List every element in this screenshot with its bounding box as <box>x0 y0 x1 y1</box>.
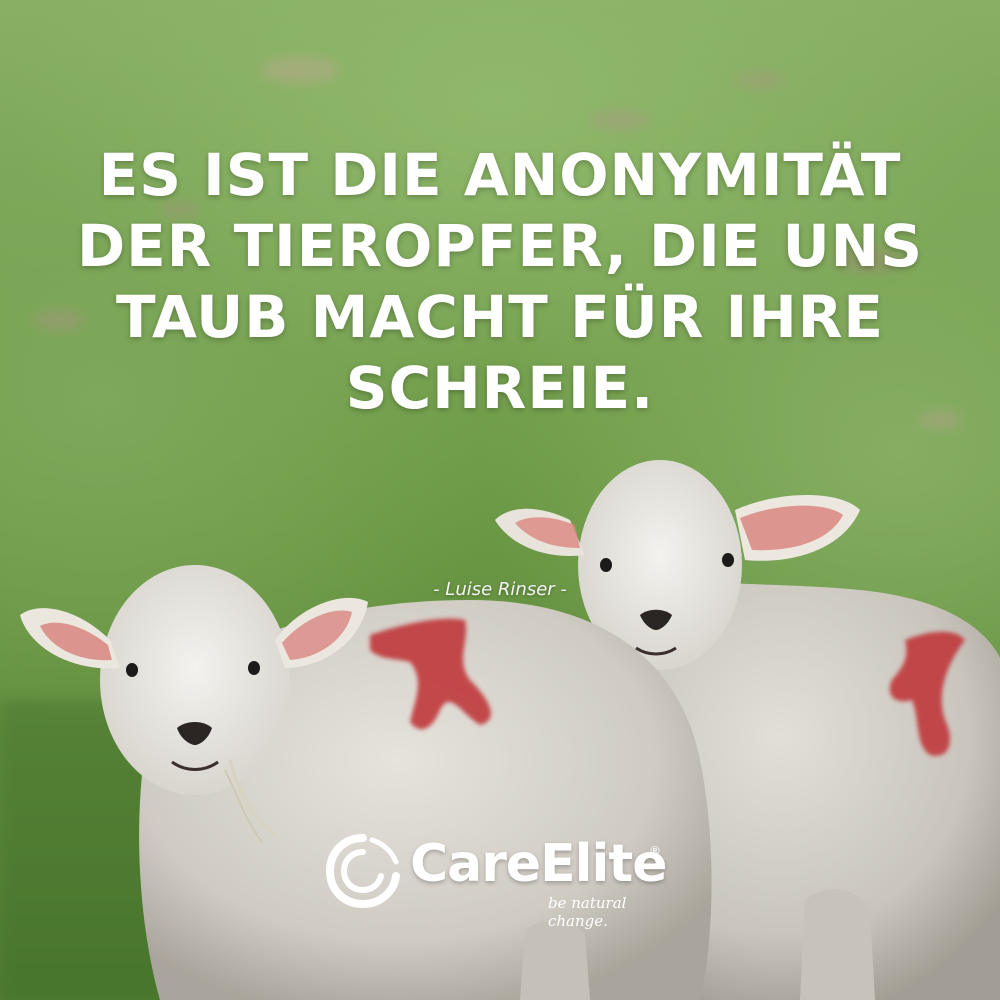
brand-name: CareElite <box>410 834 667 894</box>
careelite-logo: CareElite ® be natural change. <box>322 828 682 930</box>
registered-mark: ® <box>649 844 661 858</box>
photo-scene: Es ist die Anonymität der Tieropfer, die… <box>0 0 1000 1000</box>
quote-text: Es ist die Anonymität der Tieropfer, die… <box>76 141 923 422</box>
careelite-swirl-logo-icon <box>325 834 400 909</box>
brand-tagline: be natural change. <box>548 894 627 930</box>
quote-author: - Luise Rinser - <box>433 579 567 600</box>
